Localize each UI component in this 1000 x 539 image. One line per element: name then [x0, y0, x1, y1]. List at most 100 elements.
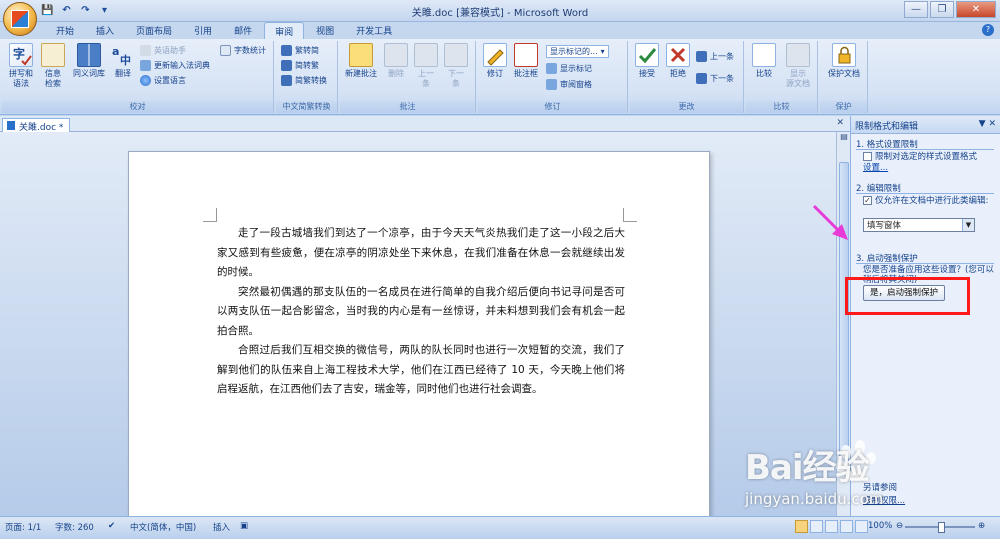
document-body[interactable]: 走了一段古城墙我们到达了一个凉亭，由于今天天气炎热我们走了这一小段之后大家又感到…: [217, 224, 625, 400]
thesaurus-button[interactable]: 同义词库: [70, 43, 108, 79]
next-comment-button[interactable]: 下一 条: [442, 43, 470, 89]
office-button[interactable]: [3, 2, 37, 36]
reviewing-pane-button[interactable]: 审阅窗格: [546, 79, 592, 90]
compare-button[interactable]: 比较: [749, 43, 779, 79]
print-layout-view-button[interactable]: [795, 520, 808, 533]
source-documents-icon: [786, 43, 810, 67]
document-tab[interactable]: 关雎.doc *: [2, 118, 71, 133]
group-proofing: 字 拼写和 语法 信息 检索 同义词库 a中 翻译 英语助手 更新输入法词典 设…: [2, 41, 274, 113]
editing-restriction-checkbox[interactable]: ✓: [863, 196, 872, 205]
tab-home[interactable]: 开始: [46, 22, 84, 39]
set-language-button[interactable]: 设置语言: [140, 75, 186, 86]
minimize-button[interactable]: —: [904, 1, 928, 18]
page-count[interactable]: 页面: 1/1: [5, 521, 41, 533]
research-icon: [41, 43, 65, 67]
tab-view[interactable]: 视图: [306, 22, 344, 39]
delete-comment-button[interactable]: 删除: [382, 43, 410, 79]
web-layout-view-button[interactable]: [825, 520, 838, 533]
proofing-status-icon[interactable]: ✔: [108, 521, 115, 531]
language-status[interactable]: 中文(简体，中国): [130, 521, 196, 533]
word-count-icon: [220, 45, 231, 56]
ruler-toggle-icon[interactable]: ▤: [837, 132, 851, 146]
chevron-down-icon: ▾: [600, 47, 605, 56]
zoom-level[interactable]: 100%: [868, 521, 892, 531]
group-label-comments: 批注: [340, 101, 475, 113]
protect-document-button[interactable]: 保护文档: [823, 43, 865, 79]
word-count-button[interactable]: 字数统计: [220, 45, 266, 56]
format-restriction-option[interactable]: 限制对选定的样式设置格式 设置...: [863, 152, 995, 174]
close-button[interactable]: ✕: [956, 1, 996, 18]
ribbon-tabs: 开始 插入 页面布局 引用 邮件 审阅 视图 开发工具: [46, 22, 402, 39]
svg-text:中: 中: [120, 53, 131, 67]
translate-button[interactable]: a中 翻译: [110, 43, 136, 79]
draft-view-button[interactable]: [855, 520, 868, 533]
book-icon: [77, 43, 101, 67]
full-screen-reading-view-button[interactable]: [810, 520, 823, 533]
editing-restriction-option[interactable]: ✓ 仅允许在文档中进行此类编辑:: [863, 196, 995, 206]
group-label-tracking: 修订: [478, 101, 627, 113]
maximize-button[interactable]: ❐: [930, 1, 954, 18]
chinese-conversion-button[interactable]: 简繁转换: [281, 75, 327, 86]
zoom-out-icon[interactable]: ⊖: [896, 521, 903, 531]
crop-mark: [623, 208, 637, 222]
show-markup-button[interactable]: 显示标记: [546, 63, 592, 74]
macro-record-icon[interactable]: ▣: [240, 521, 248, 531]
next-comment-icon: [444, 43, 468, 67]
previous-change-icon: [696, 51, 707, 62]
word-count[interactable]: 字数: 260: [55, 521, 94, 533]
tab-page-layout[interactable]: 页面布局: [126, 22, 182, 39]
tab-references[interactable]: 引用: [184, 22, 222, 39]
divider: [856, 149, 994, 150]
pane-close-icon[interactable]: ✕: [988, 119, 996, 129]
document-page[interactable]: 走了一段古城墙我们到达了一个凉亭，由于今天天气炎热我们走了这一小段之后大家又感到…: [128, 151, 710, 516]
format-restriction-checkbox[interactable]: [863, 152, 872, 161]
track-changes-button[interactable]: 修订: [481, 43, 509, 79]
tab-mailings[interactable]: 邮件: [224, 22, 262, 39]
globe-icon: [140, 75, 151, 86]
help-icon[interactable]: ?: [982, 24, 994, 36]
previous-comment-button[interactable]: 上一 条: [412, 43, 440, 89]
close-document-icon[interactable]: ✕: [836, 118, 844, 128]
reviewing-pane-icon: [546, 79, 557, 90]
divider: [856, 263, 994, 264]
display-for-review-dropdown[interactable]: 显示标记的... ▾: [546, 45, 609, 58]
traditional-to-simplified-button[interactable]: 繁转简: [281, 45, 319, 56]
tab-insert[interactable]: 插入: [86, 22, 124, 39]
svg-text:字: 字: [13, 46, 25, 61]
show-source-documents-button[interactable]: 显示 源文档: [782, 43, 814, 89]
accept-button[interactable]: 接受: [633, 43, 661, 79]
zoom-slider[interactable]: [905, 522, 975, 533]
previous-change-button[interactable]: 上一条: [696, 51, 734, 62]
convert-icon: [281, 75, 292, 86]
ribbon: 字 拼写和 语法 信息 检索 同义词库 a中 翻译 英语助手 更新输入法词典 设…: [0, 39, 1000, 115]
next-change-button[interactable]: 下一条: [696, 73, 734, 84]
window-title: 关雎.doc [兼容模式] - Microsoft Word: [411, 8, 589, 19]
zoom-in-icon[interactable]: ⊕: [978, 521, 985, 531]
reject-button[interactable]: 拒绝: [664, 43, 692, 79]
format-settings-link[interactable]: 设置...: [863, 163, 888, 173]
editing-type-select[interactable]: ▼ 填写窗体: [863, 218, 975, 232]
annotation-arrow: [812, 204, 848, 240]
simplified-to-traditional-button[interactable]: 简转繁: [281, 60, 319, 71]
spelling-grammar-button[interactable]: 字 拼写和 语法: [6, 43, 36, 89]
office-logo-icon: [11, 10, 29, 28]
dictionary-icon: [140, 60, 151, 71]
group-chinese-conversion: 繁转简 简转繁 简繁转换 中文简繁转换: [276, 41, 338, 113]
tab-developer[interactable]: 开发工具: [346, 22, 402, 39]
accept-icon: [635, 43, 659, 67]
document-tab-bar: 关雎.doc * ✕: [0, 116, 850, 133]
balloons-button[interactable]: 批注框: [510, 43, 542, 79]
update-ime-dictionary-button[interactable]: 更新输入法词典: [140, 60, 210, 71]
delete-comment-icon: [384, 43, 408, 67]
tab-review[interactable]: 审阅: [264, 22, 305, 39]
insert-mode[interactable]: 插入: [213, 521, 230, 533]
translation-tip-button[interactable]: 英语助手: [140, 45, 186, 56]
pane-menu-icon[interactable]: ▼: [979, 119, 989, 129]
new-comment-button[interactable]: 新建批注: [343, 43, 379, 79]
reject-icon: [666, 43, 690, 67]
trad-simp-icon: [281, 45, 292, 56]
research-button[interactable]: 信息 检索: [38, 43, 68, 89]
document-area: 走了一段古城墙我们到达了一个凉亭，由于今天天气炎热我们走了这一小段之后大家又感到…: [0, 132, 836, 516]
english-assistant-icon: [140, 45, 151, 56]
outline-view-button[interactable]: [840, 520, 853, 533]
